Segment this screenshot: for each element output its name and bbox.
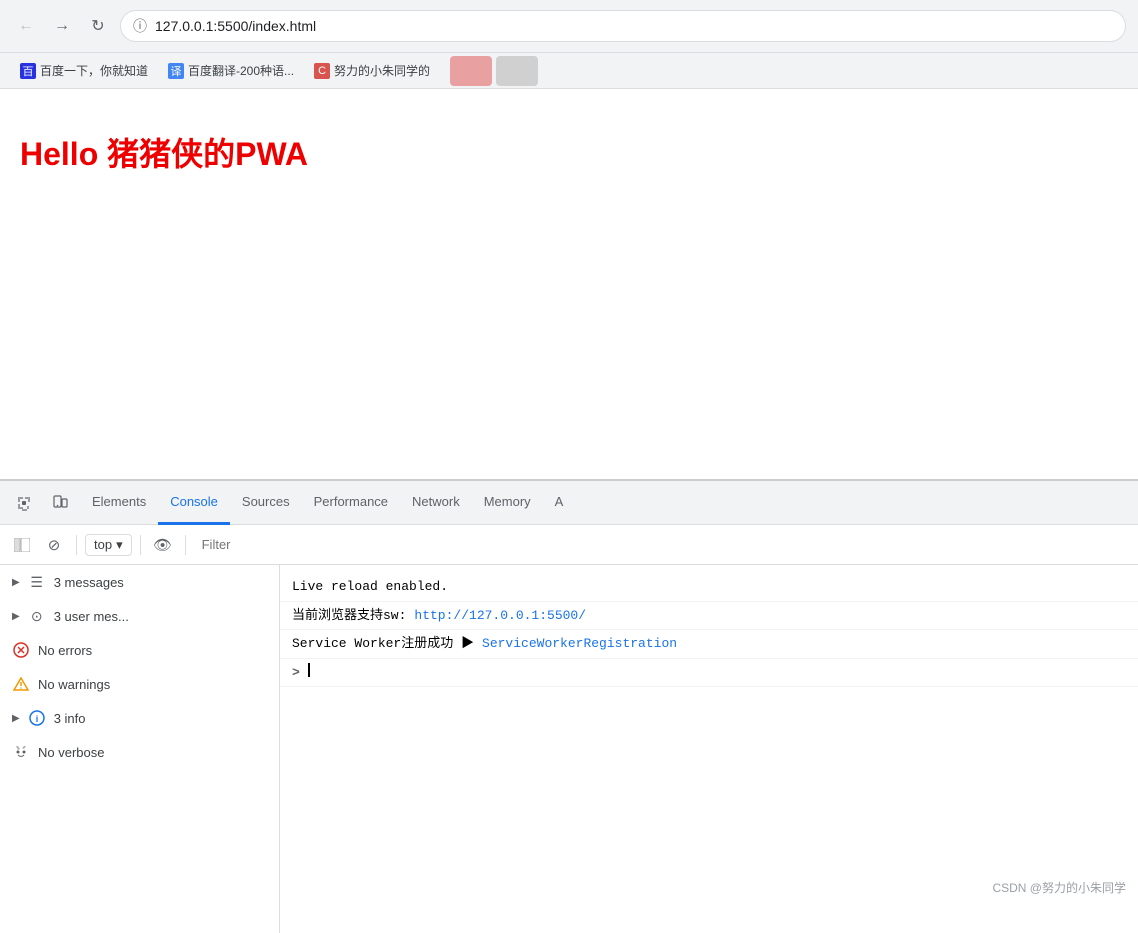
- eye-icon-button[interactable]: 👁: [149, 531, 177, 559]
- watermark: CSDN @努力的小朱同学: [992, 879, 1126, 896]
- webpage-content: Hello 猪猪侠的PWA: [0, 89, 1138, 479]
- user-messages-icon: ⊙: [28, 607, 46, 625]
- element-picker-icon[interactable]: [8, 487, 40, 519]
- bookmark-csdn[interactable]: C 努力的小朱同学的: [306, 58, 438, 83]
- messages-label: 3 messages: [54, 575, 124, 590]
- sidebar-item-messages[interactable]: ▶ ☰ 3 messages: [0, 565, 279, 599]
- baidu-label: 百度一下，你就知道: [40, 62, 148, 79]
- translate-icon: 译: [168, 63, 184, 79]
- devtools-tabs: Elements Console Sources Performance Net…: [0, 481, 1138, 525]
- bookmark-baidu[interactable]: 百 百度一下，你就知道: [12, 58, 156, 83]
- bookmark-translate[interactable]: 译 百度翻译-200种语...: [160, 58, 302, 83]
- url-text: 127.0.0.1:5500/index.html: [155, 18, 316, 34]
- sidebar-item-user-messages[interactable]: ▶ ⊙ 3 user mes...: [0, 599, 279, 633]
- toolbar-divider-2: [140, 535, 141, 555]
- tab-performance[interactable]: Performance: [302, 481, 400, 525]
- console-prompt-line[interactable]: >: [280, 659, 1138, 688]
- no-verbose-label: No verbose: [38, 745, 104, 760]
- no-errors-label: No errors: [38, 643, 92, 658]
- avatar-2: [496, 56, 538, 86]
- messages-icon: ☰: [28, 573, 46, 591]
- console-prompt: >: [292, 663, 300, 683]
- no-errors-icon: [12, 641, 30, 659]
- toolbar-divider-3: [185, 535, 186, 555]
- baidu-icon: 百: [20, 63, 36, 79]
- console-line-live-reload: Live reload enabled.: [280, 573, 1138, 602]
- context-chevron: ▾: [116, 537, 123, 553]
- csdn-label: 努力的小朱同学的: [334, 62, 430, 79]
- no-warnings-icon: [12, 675, 30, 693]
- console-output: Live reload enabled. 当前浏览器支持sw: http://1…: [280, 565, 1138, 933]
- sidebar-item-info[interactable]: ▶ i 3 info: [0, 701, 279, 735]
- sidebar-item-no-warnings[interactable]: No warnings: [0, 667, 279, 701]
- context-label: top: [94, 537, 112, 552]
- console-line-sw-register: Service Worker注册成功 ▶ ServiceWorkerRegist…: [280, 630, 1138, 659]
- tab-memory[interactable]: Memory: [472, 481, 543, 525]
- tab-console[interactable]: Console: [158, 481, 230, 525]
- context-selector[interactable]: top ▾: [85, 534, 132, 556]
- sw-register-text: Service Worker注册成功 ▶: [292, 634, 474, 654]
- tab-network[interactable]: Network: [400, 481, 472, 525]
- csdn-icon: C: [314, 63, 330, 79]
- device-toolbar-icon[interactable]: [44, 487, 76, 519]
- devtools-panel: Elements Console Sources Performance Net…: [0, 479, 1138, 933]
- tab-elements[interactable]: Elements: [80, 481, 158, 525]
- messages-chevron: ▶: [12, 577, 20, 588]
- console-sidebar: ▶ ☰ 3 messages ▶ ⊙ 3 user mes... No erro…: [0, 565, 280, 933]
- filter-input[interactable]: [194, 533, 1130, 556]
- page-heading: Hello 猪猪侠的PWA: [20, 129, 1118, 175]
- console-line-sw-support: 当前浏览器支持sw: http://127.0.0.1:5500/: [280, 602, 1138, 631]
- no-warnings-label: No warnings: [38, 677, 110, 692]
- avatar-1: [450, 56, 492, 86]
- info-icon: i: [28, 709, 46, 727]
- sidebar-item-no-errors[interactable]: No errors: [0, 633, 279, 667]
- browser-chrome: ← → ↻ ⓘ 127.0.0.1:5500/index.html 百 百度一下…: [0, 0, 1138, 89]
- no-verbose-icon: [12, 743, 30, 761]
- live-reload-text: Live reload enabled.: [292, 577, 448, 597]
- refresh-button[interactable]: ↻: [84, 12, 112, 40]
- clear-console-button[interactable]: ⊘: [40, 531, 68, 559]
- tab-application[interactable]: A: [543, 481, 576, 525]
- info-icon: ⓘ: [133, 16, 147, 36]
- devtools-body: ▶ ☰ 3 messages ▶ ⊙ 3 user mes... No erro…: [0, 565, 1138, 933]
- translate-label: 百度翻译-200种语...: [188, 62, 294, 79]
- url-bar[interactable]: ⓘ 127.0.0.1:5500/index.html: [120, 10, 1126, 42]
- bookmarks-bar: 百 百度一下，你就知道 译 百度翻译-200种语... C 努力的小朱同学的: [0, 52, 1138, 88]
- tab-sources[interactable]: Sources: [230, 481, 302, 525]
- forward-button[interactable]: →: [48, 12, 76, 40]
- svg-text:i: i: [35, 714, 38, 724]
- sw-registration-label: ServiceWorkerRegistration: [482, 634, 677, 654]
- sw-support-text: 当前浏览器支持sw:: [292, 606, 406, 626]
- info-chevron: ▶: [12, 713, 20, 724]
- sidebar-item-no-verbose[interactable]: No verbose: [0, 735, 279, 769]
- toolbar-divider-1: [76, 535, 77, 555]
- back-button[interactable]: ←: [12, 12, 40, 40]
- devtools-toolbar: ⊘ top ▾ 👁: [0, 525, 1138, 565]
- console-cursor: [308, 663, 310, 677]
- sidebar-toggle-button[interactable]: [8, 531, 36, 559]
- info-label: 3 info: [54, 711, 86, 726]
- user-messages-label: 3 user mes...: [54, 609, 129, 624]
- sw-support-link[interactable]: http://127.0.0.1:5500/: [414, 606, 586, 626]
- user-messages-chevron: ▶: [12, 611, 20, 622]
- address-bar: ← → ↻ ⓘ 127.0.0.1:5500/index.html: [0, 0, 1138, 52]
